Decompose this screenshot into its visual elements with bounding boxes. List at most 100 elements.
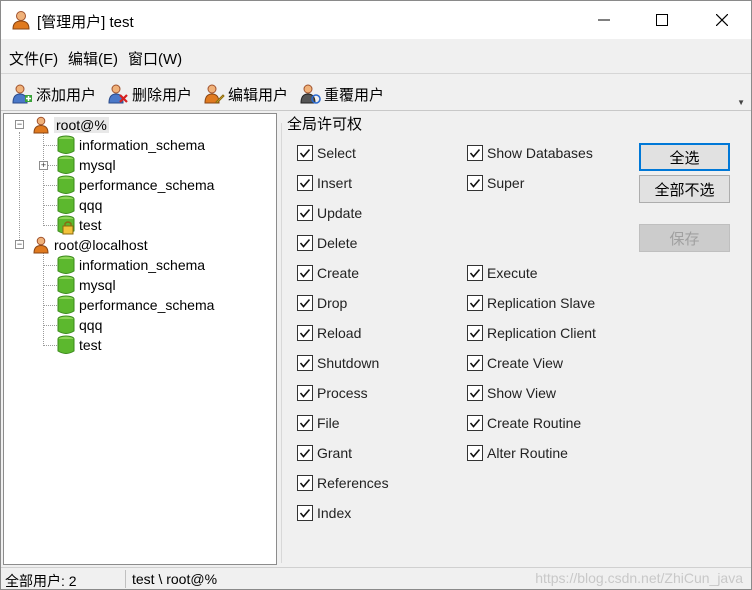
maximize-button[interactable] <box>633 1 691 39</box>
checkbox-checked-icon[interactable] <box>297 445 313 461</box>
tree-db-node[interactable]: information_schema <box>57 255 205 275</box>
checkbox-checked-icon[interactable] <box>297 295 313 311</box>
checkbox-checked-icon[interactable] <box>467 145 483 161</box>
group-frame <box>281 123 283 563</box>
group-legend: 全局许可权 <box>287 116 363 133</box>
checkbox-checked-icon[interactable] <box>297 415 313 431</box>
tree-user-label: root@localhost <box>54 237 148 253</box>
privilege-label: Insert <box>317 175 353 191</box>
tree-connector <box>43 185 57 186</box>
tree-db-label: mysql <box>79 157 116 173</box>
privilege-checkbox[interactable]: Replication Client <box>467 323 596 343</box>
database-icon <box>57 135 75 154</box>
privilege-label: Delete <box>317 235 358 251</box>
add-user-button[interactable]: 添加用户 <box>11 82 96 106</box>
privilege-label: File <box>317 415 340 431</box>
tree-db-node[interactable]: test <box>57 215 102 235</box>
tree-db-node[interactable]: qqq <box>57 315 102 335</box>
expand-toggle-icon[interactable]: + <box>39 161 48 170</box>
minimize-button[interactable] <box>575 1 633 39</box>
privilege-checkbox[interactable]: Reload <box>297 323 361 343</box>
checkbox-checked-icon[interactable] <box>297 355 313 371</box>
tree-db-node[interactable]: mysql <box>57 155 116 175</box>
tree-db-node[interactable]: performance_schema <box>57 175 214 195</box>
privilege-checkbox[interactable]: Show View <box>467 383 556 403</box>
privilege-checkbox[interactable]: Shutdown <box>297 353 379 373</box>
minimize-icon <box>598 19 610 21</box>
collapse-toggle-icon[interactable]: − <box>15 120 24 129</box>
save-button[interactable]: 保存 <box>639 224 730 252</box>
privilege-checkbox[interactable]: Create View <box>467 353 563 373</box>
tree-db-node[interactable]: test <box>57 335 102 355</box>
privilege-checkbox[interactable]: Delete <box>297 233 357 253</box>
checkbox-checked-icon[interactable] <box>467 325 483 341</box>
checkbox-checked-icon[interactable] <box>297 265 313 281</box>
close-button[interactable] <box>693 1 751 39</box>
checkbox-checked-icon[interactable] <box>467 415 483 431</box>
tree-db-node[interactable]: performance_schema <box>57 295 214 315</box>
checkbox-checked-icon[interactable] <box>297 475 313 491</box>
tree-db-node[interactable]: mysql <box>57 275 116 295</box>
privilege-checkbox[interactable]: References <box>297 473 389 493</box>
privilege-checkbox[interactable]: Replication Slave <box>467 293 595 313</box>
checkbox-checked-icon[interactable] <box>297 235 313 251</box>
tree-connector <box>43 132 44 226</box>
tree-connector <box>43 205 57 206</box>
checkbox-checked-icon[interactable] <box>467 355 483 371</box>
privilege-checkbox[interactable]: Alter Routine <box>467 443 568 463</box>
checkbox-checked-icon[interactable] <box>297 325 313 341</box>
checkbox-checked-icon[interactable] <box>297 205 313 221</box>
privilege-label: Replication Slave <box>487 295 596 311</box>
privilege-checkbox[interactable]: Drop <box>297 293 347 313</box>
tree-db-label: test <box>79 217 102 233</box>
privilege-label: Alter Routine <box>487 445 568 461</box>
menu-edit[interactable]: 编辑(E) <box>68 48 118 69</box>
reset-user-label: 重覆用户 <box>324 86 385 104</box>
edit-user-button[interactable]: 编辑用户 <box>203 82 288 106</box>
privilege-checkbox[interactable]: Show Databases <box>467 143 593 163</box>
privilege-label: Super <box>487 175 525 191</box>
checkbox-checked-icon[interactable] <box>297 385 313 401</box>
checkbox-checked-icon[interactable] <box>467 175 483 191</box>
tree-user-node[interactable]: root@% <box>32 115 109 135</box>
delete-user-button[interactable]: 删除用户 <box>107 82 192 106</box>
privilege-checkbox[interactable]: Grant <box>297 443 352 463</box>
toolbar-overflow-icon[interactable]: ▼ <box>737 98 745 107</box>
checkbox-checked-icon[interactable] <box>467 385 483 401</box>
privilege-checkbox[interactable]: Select <box>297 143 356 163</box>
database-icon <box>57 315 75 334</box>
checkbox-checked-icon[interactable] <box>467 295 483 311</box>
tree-user-node[interactable]: root@localhost <box>32 235 148 255</box>
select-all-button[interactable]: 全选 <box>639 143 730 171</box>
menu-window[interactable]: 窗口(W) <box>128 48 182 69</box>
privilege-checkbox[interactable]: File <box>297 413 340 433</box>
privilege-checkbox[interactable]: Process <box>297 383 368 403</box>
tree-db-node[interactable]: qqq <box>57 195 102 215</box>
user-tree[interactable]: − root@% information_schema + mysql perf… <box>3 113 277 565</box>
privilege-checkbox[interactable]: Create <box>297 263 359 283</box>
checkbox-checked-icon[interactable] <box>297 145 313 161</box>
privilege-checkbox[interactable]: Update <box>297 203 362 223</box>
privilege-label: Select <box>317 145 356 161</box>
checkbox-checked-icon[interactable] <box>297 175 313 191</box>
collapse-toggle-icon[interactable]: − <box>15 240 24 249</box>
menu-file[interactable]: 文件(F) <box>9 48 58 69</box>
privilege-checkbox[interactable]: Execute <box>467 263 538 283</box>
deselect-all-button[interactable]: 全部不选 <box>639 175 730 203</box>
tree-db-node[interactable]: information_schema <box>57 135 205 155</box>
checkbox-checked-icon[interactable] <box>467 265 483 281</box>
privilege-label: Shutdown <box>317 355 380 371</box>
privilege-checkbox[interactable]: Index <box>297 503 351 523</box>
privilege-label: Reload <box>317 325 362 341</box>
reset-user-button[interactable]: 重覆用户 <box>299 82 384 106</box>
checkbox-checked-icon[interactable] <box>297 505 313 521</box>
privilege-checkbox[interactable]: Insert <box>297 173 352 193</box>
title-bar[interactable]: [管理用户] test <box>1 1 751 39</box>
tree-db-label: information_schema <box>79 257 206 273</box>
privilege-checkbox[interactable]: Super <box>467 173 524 193</box>
database-icon <box>57 335 75 354</box>
checkbox-checked-icon[interactable] <box>467 445 483 461</box>
user-icon <box>33 116 49 134</box>
privilege-checkbox[interactable]: Create Routine <box>467 413 581 433</box>
status-separator <box>125 570 126 588</box>
